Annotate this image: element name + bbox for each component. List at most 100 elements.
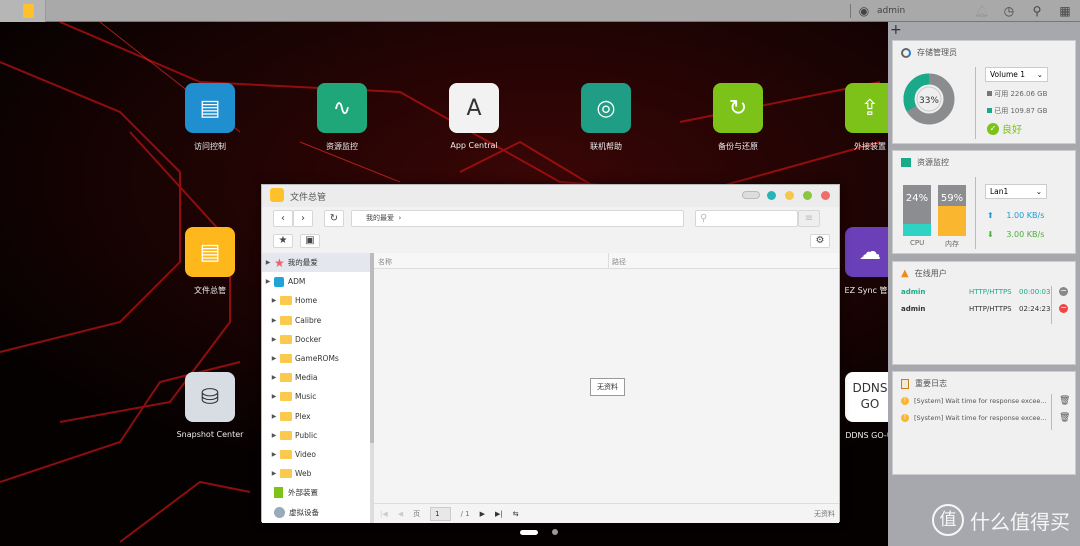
tree-item-adm[interactable]: ▶ ADM	[262, 272, 370, 291]
log-row[interactable]: ! [System] Wait time for response excee.…	[901, 396, 1071, 406]
page-input[interactable]: 1	[430, 506, 451, 521]
column-name[interactable]: 名称	[378, 257, 392, 267]
app-icon: ▤	[185, 227, 235, 277]
file-explorer-icon	[23, 4, 34, 18]
app-icon: ⛁	[185, 372, 235, 422]
expand-arrow-icon: ▶	[271, 335, 277, 343]
watermark: 值 什么值得买	[932, 504, 1070, 536]
search-input[interactable]: ⚲	[695, 210, 798, 227]
tree-label: Media	[295, 373, 318, 383]
search-icon[interactable]: ⚲	[1030, 4, 1044, 18]
folder-tree: ▶ ★ 我的最爱 ▶ ADM ▶ Home ▶ Calibre ▶ Docker ▶ GameROMs ▶…	[262, 253, 374, 523]
prev-page-icon[interactable]: ◀	[398, 510, 403, 518]
delete-log-icon[interactable]: 🗑︎	[1059, 413, 1070, 423]
desktop-icon[interactable]: A App Central	[424, 83, 524, 150]
notification-bell-icon[interactable]: 🔔︎	[974, 4, 989, 18]
favorite-button[interactable]: ★	[273, 234, 293, 248]
warning-icon: !	[901, 414, 909, 422]
forward-button[interactable]: ›	[293, 210, 313, 227]
refresh-button[interactable]: ↻	[324, 210, 344, 227]
warning-icon: !	[901, 397, 909, 405]
add-widget-icon[interactable]: +	[890, 22, 902, 38]
folder-icon	[280, 430, 292, 440]
virtual-device-icon	[274, 506, 285, 518]
tree-label: Public	[295, 430, 318, 440]
lan-select[interactable]: Lan1 ⌄	[985, 184, 1047, 199]
online-users-widget: ▲ 在线用户 admin HTTP/HTTPS 00:00:03 − admin …	[892, 261, 1076, 365]
desktop-icon[interactable]: ⛁ Snapshot Center	[160, 372, 260, 439]
settings-button[interactable]: ⚙	[810, 234, 830, 248]
tree-item-我的最爱[interactable]: ▶ ★ 我的最爱	[262, 253, 370, 272]
username: admin	[877, 6, 906, 16]
refresh-list-icon[interactable]: ⇆	[513, 510, 519, 518]
disconnect-user-icon[interactable]: −	[1059, 287, 1068, 296]
used-space: 已用 109.87 GB	[994, 107, 1048, 115]
first-page-icon[interactable]: |◀	[380, 510, 388, 518]
disconnect-user-icon[interactable]: −	[1059, 304, 1068, 313]
page-dot[interactable]	[552, 529, 558, 535]
clock-icon[interactable]: ◷	[1002, 4, 1016, 18]
tree-item-docker[interactable]: ▶ Docker	[262, 330, 370, 349]
folder-icon	[280, 411, 292, 421]
tree-label: ADM	[288, 277, 306, 287]
tree-item-calibre[interactable]: ▶ Calibre	[262, 311, 370, 330]
breadcrumb[interactable]: 我的最爱	[366, 214, 394, 222]
page-dot-active[interactable]	[520, 529, 538, 535]
app-icon: ∿	[317, 83, 367, 133]
desktop-icon[interactable]: ▤ 访问控制	[160, 83, 260, 152]
desktop-icon[interactable]: ▤ 文件总管	[160, 227, 260, 296]
dashboard-icon[interactable]: ▦	[1058, 4, 1072, 18]
app-icon: ◎	[581, 83, 631, 133]
tree-item-虚拟设备[interactable]: 虚拟设备	[262, 503, 370, 522]
tree-item-media[interactable]: ▶ Media	[262, 368, 370, 387]
volume-select[interactable]: Volume 1 ⌄	[985, 67, 1048, 82]
tree-item-home[interactable]: ▶ Home	[262, 291, 370, 310]
delete-log-icon[interactable]: 🗑︎	[1059, 396, 1070, 406]
taskbar-file-explorer[interactable]	[0, 0, 46, 22]
user-menu[interactable]: ◉ admin	[850, 4, 960, 18]
tree-label: Music	[295, 392, 317, 402]
resource-widget: 资源监控 24% 59% CPU 内存 Lan1 ⌄ ⬆ 1.00 KB/s ⬇ …	[892, 150, 1076, 254]
tree-item-plex[interactable]: ▶ Plex	[262, 407, 370, 426]
tree-item-video[interactable]: ▶ Video	[262, 445, 370, 464]
window-toggle-button[interactable]	[742, 191, 760, 199]
window-maximize-button[interactable]	[803, 191, 812, 200]
widget-title: 存储管理员	[917, 48, 957, 57]
expand-arrow-icon: ▶	[271, 393, 277, 401]
tree-label: 外部装置	[288, 488, 318, 498]
tree-item-public[interactable]: ▶ Public	[262, 426, 370, 445]
storage-widget: 存储管理员 33% Volume 1 ⌄ 可用 226.06 GB 已用 109.…	[892, 40, 1076, 144]
app-icon: ↻	[713, 83, 763, 133]
window-close-button[interactable]	[821, 191, 830, 200]
tree-item-外部装置[interactable]: 外部装置	[262, 483, 370, 502]
tree-item-web[interactable]: ▶ Web	[262, 464, 370, 483]
user-icon: ▲	[901, 268, 909, 279]
path-bar[interactable]: 我的最爱 ›	[351, 210, 684, 227]
folder-icon	[280, 315, 292, 325]
back-button[interactable]: ‹	[273, 210, 293, 227]
tree-item-gameroms[interactable]: ▶ GameROMs	[262, 349, 370, 368]
select-all-button[interactable]: ▣	[300, 234, 320, 248]
desktop-icon[interactable]: ↻ 备份与还原	[688, 83, 788, 152]
next-page-icon[interactable]: ▶	[480, 510, 485, 518]
tree-item-music[interactable]: ▶ Music	[262, 387, 370, 406]
app-label: 资源监控	[326, 142, 358, 151]
view-options-button[interactable]: ≡	[798, 210, 820, 227]
check-icon: ✓	[987, 122, 999, 135]
tree-label: GameROMs	[295, 354, 339, 363]
expand-arrow-icon: ▶	[271, 374, 277, 382]
app-label: App Central	[450, 141, 498, 150]
window-teal-button[interactable]	[767, 191, 776, 200]
desktop-icon[interactable]: ∿ 资源监控	[292, 83, 392, 152]
desktop-icon[interactable]: ◎ 联机帮助	[556, 83, 656, 152]
page-indicator	[520, 529, 558, 535]
log-row[interactable]: ! [System] Wait time for response excee.…	[901, 413, 1071, 423]
column-path[interactable]: 路径	[612, 257, 626, 267]
widget-title: 在线用户	[914, 269, 947, 278]
app-label: 文件总管	[194, 286, 226, 295]
window-titlebar[interactable]: 文件总管	[262, 185, 839, 207]
last-page-icon[interactable]: ▶|	[495, 510, 503, 518]
folder-icon	[280, 334, 292, 344]
window-minimize-button[interactable]	[785, 191, 794, 200]
app-label: 备份与还原	[718, 142, 758, 151]
